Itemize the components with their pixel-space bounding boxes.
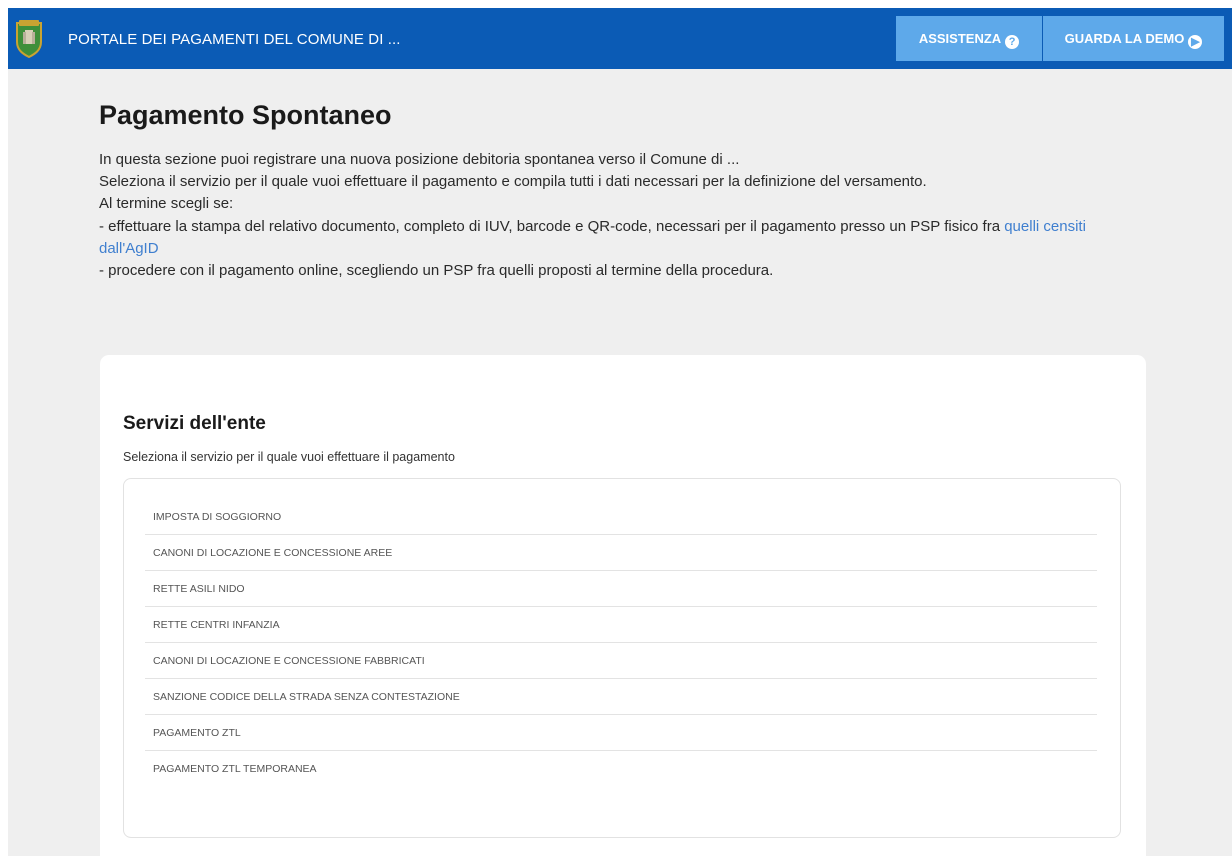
page-title: Pagamento Spontaneo bbox=[99, 100, 392, 130]
service-item[interactable]: RETTE ASILI NIDO bbox=[145, 571, 1097, 607]
service-item[interactable]: PAGAMENTO ZTL bbox=[145, 715, 1097, 751]
intro-text: In questa sezione puoi registrare una nu… bbox=[99, 149, 1129, 282]
watch-demo-label: GUARDA LA DEMO bbox=[1064, 31, 1185, 46]
services-subtitle: Seleziona il servizio per il quale vuoi … bbox=[123, 450, 455, 464]
question-circle-icon: ? bbox=[1005, 35, 1020, 49]
services-card: Servizi dell'ente Seleziona il servizio … bbox=[100, 355, 1146, 856]
intro-psp-text: - effettuare la stampa del relativo docu… bbox=[99, 217, 1005, 235]
service-item[interactable]: CANONI DI LOCAZIONE E CONCESSIONE FABBRI… bbox=[145, 643, 1097, 679]
service-item[interactable]: IMPOSTA DI SOGGIORNO bbox=[145, 499, 1097, 535]
intro-line: Seleziona il servizio per il quale vuoi … bbox=[99, 173, 927, 191]
watch-demo-button[interactable]: GUARDA LA DEMO ▶ bbox=[1043, 16, 1224, 61]
intro-line: - procedere con il pagamento online, sce… bbox=[99, 262, 774, 280]
portal-title[interactable]: PORTALE DEI PAGAMENTI DEL COMUNE DI ... bbox=[68, 8, 401, 69]
service-item[interactable]: CANONI DI LOCAZIONE E CONCESSIONE AREE bbox=[145, 535, 1097, 571]
service-item[interactable]: PAGAMENTO ZTL TEMPORANEA bbox=[145, 751, 1097, 786]
page: PORTALE DEI PAGAMENTI DEL COMUNE DI ... … bbox=[8, 8, 1232, 856]
services-title: Servizi dell'ente bbox=[123, 413, 266, 434]
play-circle-icon: ▶ bbox=[1188, 35, 1203, 49]
service-item[interactable]: SANZIONE CODICE DELLA STRADA SENZA CONTE… bbox=[145, 679, 1097, 715]
intro-line: In questa sezione puoi registrare una nu… bbox=[99, 151, 740, 168]
assistance-button[interactable]: ASSISTENZA? bbox=[896, 16, 1042, 61]
municipal-crest-icon bbox=[16, 20, 42, 58]
services-list-box: IMPOSTA DI SOGGIORNO CANONI DI LOCAZIONE… bbox=[123, 478, 1121, 838]
intro-line: Al termine scegli se: bbox=[99, 195, 234, 213]
assistance-label: ASSISTENZA bbox=[918, 31, 1002, 46]
top-navbar: PORTALE DEI PAGAMENTI DEL COMUNE DI ... … bbox=[8, 8, 1232, 69]
intro-line-psp: - effettuare la stampa del relativo docu… bbox=[99, 216, 1129, 260]
service-item[interactable]: RETTE CENTRI INFANZIA bbox=[145, 607, 1097, 643]
services-list: IMPOSTA DI SOGGIORNO CANONI DI LOCAZIONE… bbox=[145, 499, 1097, 786]
